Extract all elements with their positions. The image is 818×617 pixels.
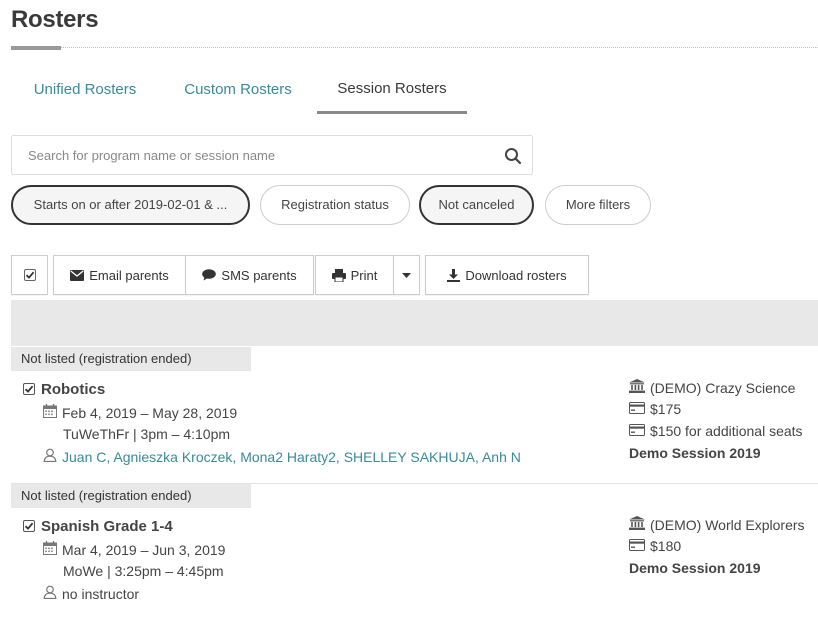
select-all-checkbox[interactable] [11,255,48,295]
session-name: Demo Session 2019 [629,560,761,576]
print-options-dropdown[interactable] [393,255,420,295]
checkbox-check-icon [24,522,34,530]
group-status-label: Not listed (registration ended) [11,347,251,371]
filter-more-filters[interactable]: More filters [545,185,651,225]
program-schedule: TuWeThFr | 3pm – 4:10pm [63,426,231,442]
print-button[interactable]: Print [315,255,394,295]
filter-registration-status[interactable]: Registration status [260,185,410,225]
program-instructors: Juan C, Agnieszka Kroczek, Mona2 Haraty2… [43,448,521,465]
tab-session-rosters[interactable]: Session Rosters [317,66,467,114]
search-input[interactable] [12,136,492,174]
sms-parents-button[interactable]: SMS parents [185,255,314,295]
search-icon[interactable] [504,147,522,165]
envelope-icon [70,269,85,281]
provider-name: (DEMO) World Explorers [650,516,805,533]
price-text: $175 [650,401,682,417]
checkbox-check-icon [23,269,36,281]
calendar-icon [43,404,57,421]
chat-bubble-icon [202,269,217,281]
filter-start-date[interactable]: Starts on or after 2019-02-01 & ... [11,185,250,225]
title-underline [11,46,61,50]
download-icon [447,268,461,282]
session-name: Demo Session 2019 [629,445,761,461]
person-icon [43,448,57,465]
additional-seats-line: $150 for additional seats [629,423,803,439]
provider-line: (DEMO) Crazy Science [629,379,795,396]
program-dates: Mar 4, 2019 – Jun 3, 2019 [43,541,225,558]
group-status-label: Not listed (registration ended) [11,484,251,508]
program-checkbox[interactable] [23,383,35,395]
institution-icon [629,379,645,396]
price-text: $180 [650,538,682,554]
download-rosters-button[interactable]: Download rosters [425,255,589,295]
email-parents-button[interactable]: Email parents [53,255,186,295]
provider-name: (DEMO) Crazy Science [650,379,796,396]
program-dates-text: Mar 4, 2019 – Jun 3, 2019 [62,541,226,558]
checkbox-check-icon [24,385,34,393]
calendar-icon [43,541,57,558]
tab-unified-rosters[interactable]: Unified Rosters [11,66,159,114]
title-divider [61,47,818,48]
no-instructor-text: no instructor [62,585,140,602]
tab-custom-rosters[interactable]: Custom Rosters [165,66,311,114]
download-rosters-label: Download rosters [465,267,567,283]
table-header-band [11,300,818,346]
price-line: $175 [629,401,681,417]
page-title: Rosters [11,6,99,33]
credit-card-icon [629,423,645,439]
program-checkbox[interactable] [23,520,35,532]
institution-icon [629,516,645,533]
person-icon [43,585,57,602]
program-instructors: no instructor [43,585,139,602]
credit-card-icon [629,401,645,417]
printer-icon [331,268,346,282]
price-line: $180 [629,538,681,554]
instructor-links[interactable]: Juan C, Agnieszka Kroczek, Mona2 Haraty2… [62,449,521,465]
provider-line: (DEMO) World Explorers [629,516,805,533]
search-box [11,135,533,175]
additional-seats-text: $150 for additional seats [650,423,803,439]
credit-card-icon [629,538,645,554]
program-dates: Feb 4, 2019 – May 28, 2019 [43,404,237,421]
program-name[interactable]: Robotics [41,381,105,398]
sms-parents-label: SMS parents [221,267,297,283]
print-label: Print [350,267,378,283]
filter-not-canceled[interactable]: Not canceled [419,185,534,225]
program-dates-text: Feb 4, 2019 – May 28, 2019 [62,404,238,421]
program-schedule: MoWe | 3:25pm – 4:45pm [63,563,224,579]
caret-down-icon [402,272,411,278]
email-parents-label: Email parents [89,267,169,283]
program-name[interactable]: Spanish Grade 1-4 [41,518,173,535]
